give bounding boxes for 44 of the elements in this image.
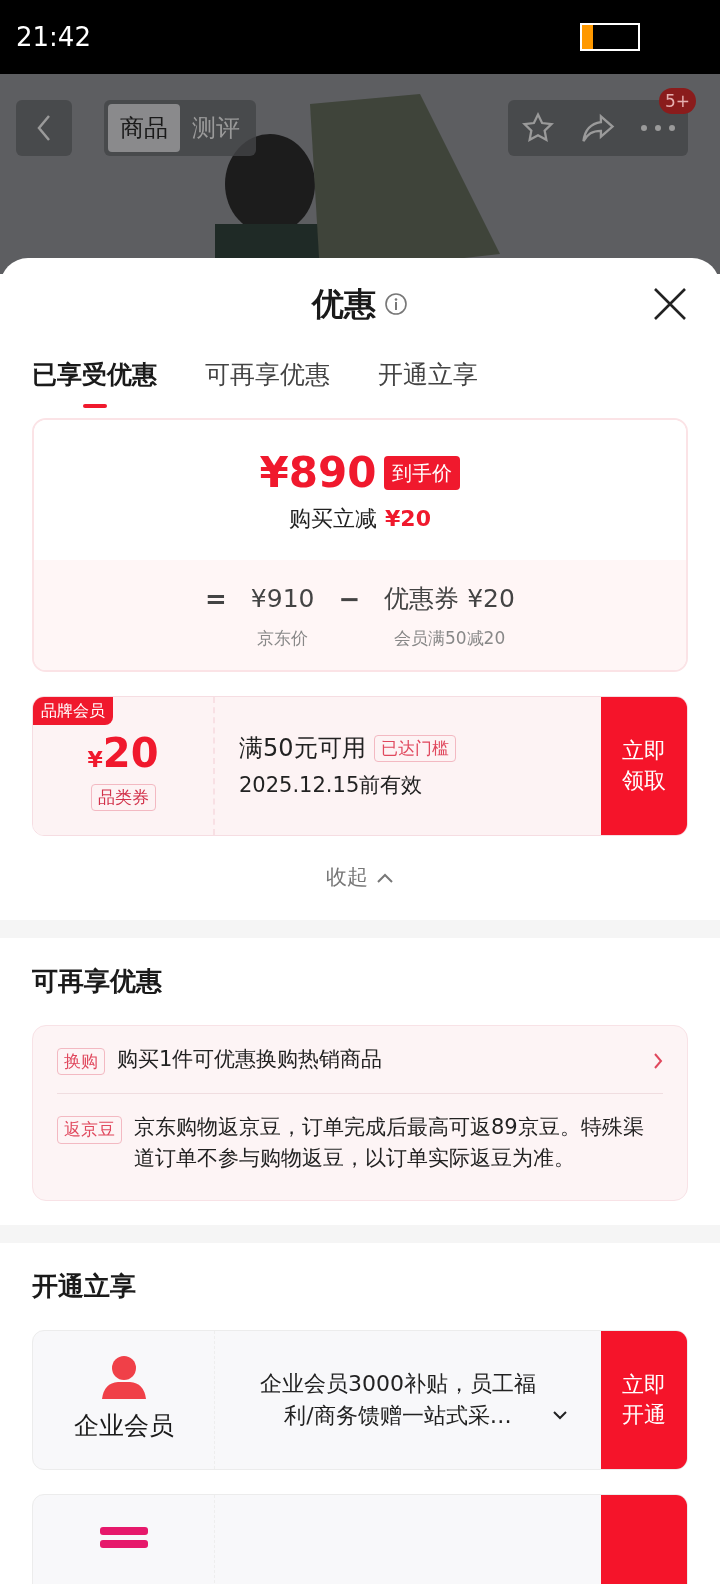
sheet-title: 优惠: [312, 284, 376, 325]
offer-text: 京东购物返京豆，订单完成后最高可返89京豆。特殊渠道订单不参与购物返豆，以订单实际返豆为准。: [134, 1114, 645, 1172]
battery-icon: [580, 23, 640, 51]
info-icon: [384, 292, 408, 316]
base-price-label: 京东价: [257, 626, 309, 650]
equals-sign: =: [205, 583, 227, 616]
offer-tag: 换购: [57, 1047, 105, 1075]
coupon-amount: 20: [102, 732, 159, 773]
back-icon: [35, 114, 53, 142]
minus-sign: −: [338, 583, 361, 616]
coupon-validity: 2025.12.15前有效: [239, 772, 424, 800]
section-heading: 开通立享: [31, 1270, 137, 1303]
section-heading: 可再享优惠: [31, 964, 163, 998]
notification-badge: 5+: [658, 88, 696, 114]
coupon-price: 优惠券 ¥20: [384, 583, 515, 615]
price-tag: 到手价: [384, 456, 461, 490]
activate-button[interactable]: 立即开通: [601, 1331, 687, 1469]
discount-label: 购买立减: [289, 505, 378, 533]
tab[interactable]: 开通立享: [378, 350, 478, 410]
close-button[interactable]: [652, 286, 688, 322]
nav-tab[interactable]: 测评: [180, 104, 252, 152]
member-offer-text: 企业会员3000补贴，员工福利/商务馈赠一站式采…: [259, 1370, 537, 1430]
back-button[interactable]: [16, 100, 72, 156]
corner-tag: 品牌会员: [33, 697, 113, 725]
coupon-price-label: 会员满50减20: [393, 626, 506, 650]
tab[interactable]: 已享受优惠: [32, 350, 157, 410]
chevron-down-icon: [552, 1410, 568, 1420]
collapse-button[interactable]: 收起: [326, 862, 394, 894]
offer-tag: 返京豆: [57, 1116, 122, 1144]
chevron-up-icon: [376, 871, 394, 884]
offer-text: 购买1件可优惠换购热销商品: [117, 1045, 384, 1073]
currency-sign: ¥: [87, 746, 103, 774]
person-icon: [99, 1355, 148, 1400]
claim-button[interactable]: 立即领取: [601, 697, 687, 835]
status-time: 21:42: [16, 20, 91, 54]
threshold-tag: 已达门槛: [373, 734, 456, 762]
coupon-condition: 满50元可用: [239, 733, 366, 765]
base-price: ¥910: [250, 583, 315, 615]
coupon-type-tag: 品类券: [90, 783, 156, 812]
nav-tab[interactable]: 商品: [108, 104, 180, 152]
tab[interactable]: 可再享优惠: [205, 350, 330, 410]
discount-amount: ¥20: [385, 505, 431, 533]
member-name: 企业会员: [73, 1410, 174, 1443]
final-price: ¥890: [259, 452, 377, 494]
